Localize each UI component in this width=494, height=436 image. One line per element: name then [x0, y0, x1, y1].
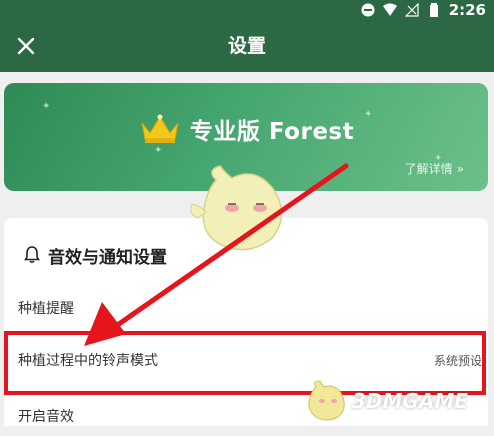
crown-icon — [141, 114, 179, 143]
watermark-text: 3DMGAME — [352, 389, 468, 413]
banner-content: 专业版 Forest — [4, 107, 488, 151]
close-button[interactable] — [10, 30, 42, 62]
status-bar: 2:26 — [0, 0, 494, 20]
section-title-label: 音效与通知设置 — [48, 247, 167, 268]
page-title: 设置 — [227, 35, 266, 57]
battery-icon — [429, 3, 438, 17]
mascot-image — [190, 165, 283, 251]
double-chevron-icon: » — [456, 161, 464, 176]
app-bar: 设置 — [0, 20, 494, 72]
do-not-disturb-icon — [361, 3, 375, 17]
bell-icon — [24, 246, 40, 264]
close-icon — [17, 37, 35, 55]
setting-label: 开启音效 — [18, 409, 74, 425]
status-icons: 2:26 — [361, 0, 486, 20]
no-signal-icon — [404, 3, 419, 17]
setting-label: 种植提醒 — [18, 301, 74, 317]
wifi-icon — [382, 3, 397, 16]
learn-more-link[interactable]: 了解详情 » — [405, 160, 464, 177]
section-title: 音效与通知设置 — [24, 242, 167, 268]
watermark: 3DMGAME — [304, 378, 494, 424]
status-time: 2:26 — [448, 1, 486, 19]
setting-row-plant-reminder[interactable]: 种植提醒 — [18, 288, 488, 328]
learn-more-label: 了解详情 — [404, 162, 453, 176]
watermark-mascot-icon — [308, 380, 345, 421]
banner-title: 专业版 Forest — [189, 119, 355, 145]
